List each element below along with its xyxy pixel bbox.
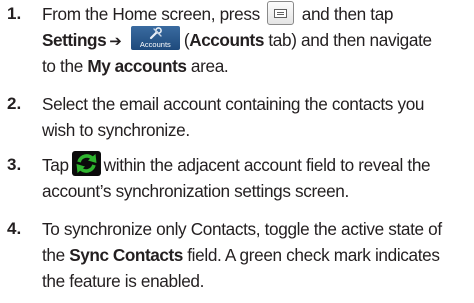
step-line: account’s synchronization settings scree… (42, 181, 349, 201)
sync-arrows-icon (76, 154, 97, 174)
my-accounts-label: My accounts (87, 56, 187, 76)
step-line: wish to synchronize. (42, 120, 190, 140)
step-number: 2. (7, 94, 22, 113)
step-line: Tap within the adjacent account field to… (42, 151, 472, 178)
step-text-segment: From the Home screen, press (42, 4, 260, 24)
step-text: Select the email account containing the … (42, 91, 472, 143)
step-line: to the My accounts area. (42, 53, 472, 79)
accounts-tab-label: Accounts (139, 40, 171, 50)
step-number: 4. (7, 219, 22, 238)
step-text: From the Home screen, press and then tap… (42, 1, 472, 79)
step-line: To synchronize only Contacts, toggle the… (42, 219, 442, 239)
step-text: To synchronize only Contacts, toggle the… (42, 216, 472, 294)
step-text-segment: tab) and then navigate (263, 30, 432, 50)
step-line: From the Home screen, press and then tap (42, 1, 472, 27)
sync-icon (71, 151, 101, 177)
step-text: Tap within the adjacent account field to… (42, 151, 472, 204)
step-text-segment: the (42, 245, 70, 265)
step-number: 1. (7, 4, 22, 23)
menu-glyph (274, 9, 288, 19)
step-text-segment: Tap (42, 155, 69, 175)
wrench-icon (149, 27, 162, 40)
step-line: Settings ➔ Accounts (Accounts tab) and th… (42, 26, 472, 53)
step-text-segment: and then tap (301, 4, 394, 24)
step-line: the Sync Contacts field. A green check m… (42, 242, 472, 268)
settings-label: Settings (42, 30, 107, 50)
menu-key-icon (267, 1, 295, 26)
step-text-segment: within the adjacent account field to rev… (103, 155, 431, 175)
accounts-tab-icon: Accounts (130, 26, 180, 51)
step-line: Select the email account containing the … (42, 94, 425, 114)
arrow-right-icon: ➔ (109, 32, 122, 50)
manual-page: 1. From the Home screen, press and then … (0, 0, 474, 303)
sync-contacts-label: Sync Contacts (69, 245, 183, 265)
step-text-segment: area. (186, 56, 229, 76)
accounts-label: Accounts (189, 30, 264, 50)
step-number: 3. (7, 155, 22, 174)
step-text-segment: to the (42, 56, 88, 76)
step-line: the feature is enabled. (42, 271, 205, 291)
step-text-segment: field. A green check mark indicates (182, 245, 440, 265)
